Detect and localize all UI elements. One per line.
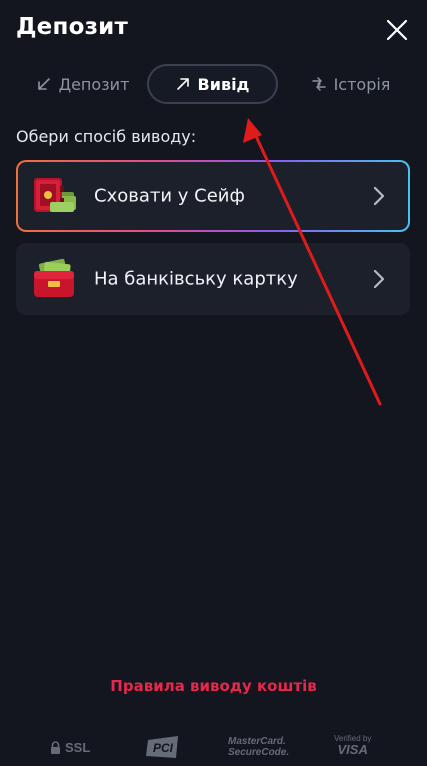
pci-label: PCI: [153, 741, 174, 755]
tab-withdraw-label: Вивід: [197, 74, 250, 94]
close-icon: [386, 19, 408, 41]
security-badges: SSL PCI MasterCard. SecureCode. Verified…: [0, 728, 427, 766]
visa-line2: VISA: [337, 742, 368, 757]
mastercard-line1: MasterCard.: [228, 736, 286, 747]
chevron-right-icon: [372, 185, 386, 207]
swap-arrows-icon: [311, 77, 326, 91]
tab-history[interactable]: Історія: [296, 64, 406, 104]
arrow-up-right-icon: [176, 78, 189, 90]
tab-history-label: Історія: [333, 74, 391, 94]
lock-icon: [51, 741, 60, 754]
tab-withdraw[interactable]: Вивід: [147, 64, 278, 104]
close-button[interactable]: [385, 18, 409, 42]
deposit-modal: Депозит Депозит Вивід Історія Обери спос…: [0, 0, 427, 766]
option-safe[interactable]: Сховати у Сейф: [16, 160, 410, 232]
pci-badge: PCI: [146, 736, 180, 758]
tab-deposit-label: Депозит: [58, 74, 130, 94]
mastercard-securecode-badge: MasterCard. SecureCode.: [228, 736, 289, 758]
option-safe-label: Сховати у Сейф: [94, 185, 245, 207]
tab-deposit[interactable]: Депозит: [24, 64, 142, 104]
verified-by-visa-badge: Verified by VISA: [334, 734, 371, 757]
ssl-label: SSL: [65, 740, 91, 755]
safe-money-icon: [30, 172, 78, 220]
wallet-cash-icon: [30, 255, 78, 303]
withdraw-rules-link[interactable]: Правила виводу коштів: [0, 677, 427, 695]
option-bank-card-label: На банківську картку: [94, 268, 298, 290]
section-subtitle: Обери спосіб виводу:: [16, 127, 197, 146]
annotation-arrow: [243, 118, 382, 406]
tab-bar: Депозит Вивід Історія: [0, 64, 427, 106]
mastercard-line2: SecureCode.: [228, 747, 290, 758]
chevron-right-icon: [372, 268, 386, 290]
modal-header: Депозит: [0, 0, 427, 62]
modal-title: Депозит: [16, 14, 128, 40]
option-bank-card[interactable]: На банківську картку: [16, 243, 410, 315]
ssl-badge: SSL: [50, 740, 90, 755]
arrow-down-left-icon: [37, 78, 50, 90]
